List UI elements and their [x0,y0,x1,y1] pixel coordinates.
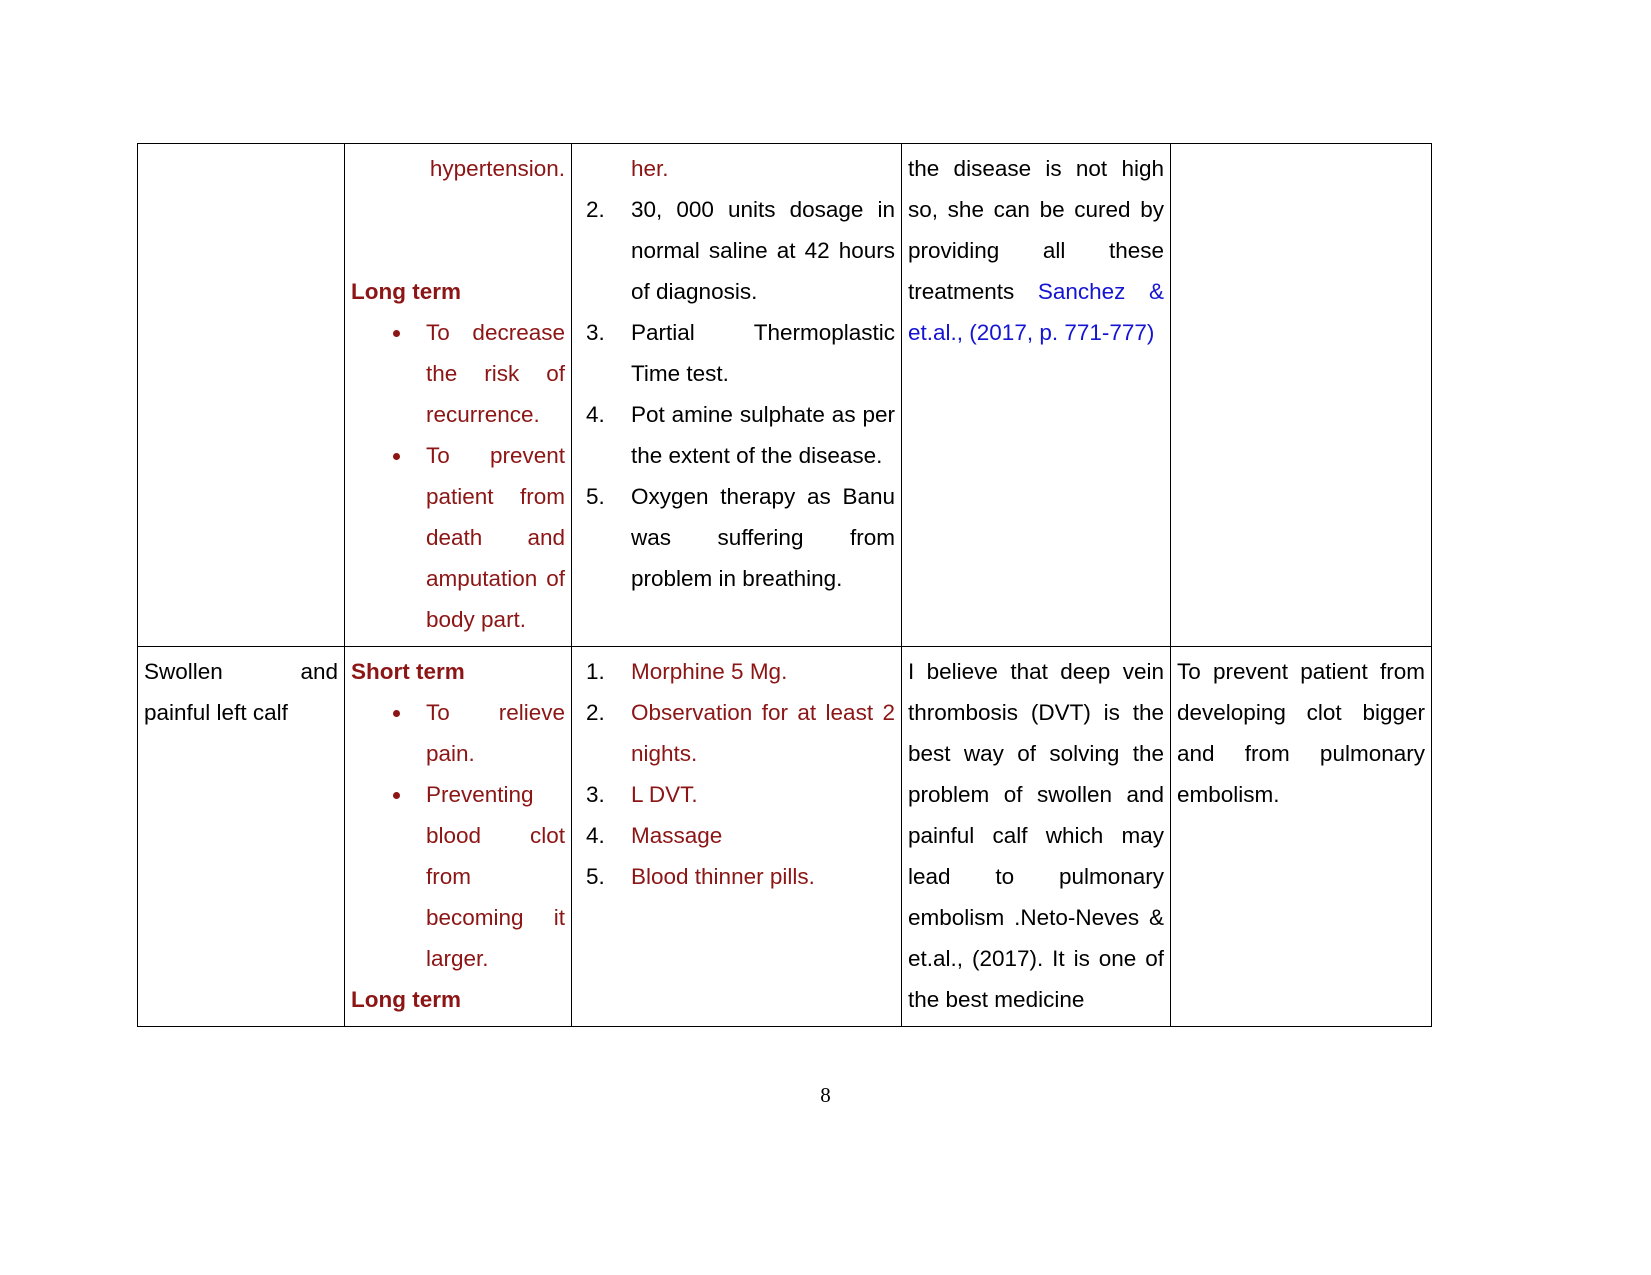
rationale-text-row2: I believe that deep vein thrombosis (DVT… [908,659,1164,1012]
assessment-text-row1 [144,148,338,189]
table-row: hypertension. Long term To decrease the … [137,143,1432,647]
goals-bullet-list-row2: To relieve pain. Preventing blood clot f… [351,692,565,979]
goal-bullet-text: Preventing blood clot from becoming it l… [426,782,565,971]
cell-evaluation-row2: To prevent patient from developing clot … [1170,646,1432,1027]
list-item: 30, 000 units dosage in normal saline at… [578,189,895,312]
goals-heading-long-term-row2: Long term [351,987,461,1012]
evaluation-text-row2: To prevent patient from developing clot … [1177,659,1425,807]
document-page: hypertension. Long term To decrease the … [0,0,1651,1275]
list-item: Massage [578,815,895,856]
list-item: Morphine 5 Mg. [578,651,895,692]
list-item: Preventing blood clot from becoming it l… [351,774,565,979]
list-item: To relieve pain. [351,692,565,774]
intervention-list-row2: Morphine 5 Mg. Observation for at least … [578,651,895,897]
cell-evaluation-row1 [1170,143,1432,647]
cell-goals-row1: hypertension. Long term To decrease the … [344,143,572,647]
intervention-text: Oxygen therapy as Banu was suffering fro… [631,484,895,591]
cell-assessment-row2: Swollen and painful left calf [137,646,345,1027]
intervention-list-row1: 30, 000 units dosage in normal saline at… [578,189,895,599]
goal-bullet-text: To prevent patient from death and amputa… [426,443,565,632]
list-item: To decrease the risk of recurrence. [351,312,565,435]
intervention-text: Massage [631,823,723,848]
intervention-text: Partial Thermoplastic Time test. [631,320,895,386]
cell-rationale-row1: the disease is not high so, she can be c… [901,143,1171,647]
list-item: Oxygen therapy as Banu was suffering fro… [578,476,895,599]
cell-rationale-row2: I believe that deep vein thrombosis (DVT… [901,646,1171,1027]
list-item: To prevent patient from death and amputa… [351,435,565,640]
list-item: L DVT. [578,774,895,815]
cell-interventions-row1: her. 30, 000 units dosage in normal sali… [571,143,902,647]
goal-bullet-text: To relieve pain. [426,700,565,766]
intervention-text: Observation for at least 2 nights. [631,700,895,766]
list-item: Observation for at least 2 nights. [578,692,895,774]
evaluation-text-row1 [1177,148,1425,189]
cell-assessment-row1 [137,143,345,647]
care-plan-table: hypertension. Long term To decrease the … [137,143,1432,1027]
goals-heading-short-term-row2: Short term [351,659,465,684]
intervention-text: 30, 000 units dosage in normal saline at… [631,197,895,304]
list-item: Blood thinner pills. [578,856,895,897]
cell-interventions-row2: Morphine 5 Mg. Observation for at least … [571,646,902,1027]
cell-goals-row2: Short term To relieve pain. Preventing b… [344,646,572,1027]
intervention-text: Morphine 5 Mg. [631,659,788,684]
goals-bullet-list-row1: To decrease the risk of recurrence. To p… [351,312,565,640]
list-item: Partial Thermoplastic Time test. [578,312,895,394]
page-number: 8 [820,1083,831,1107]
table-row: Swollen and painful left calf Short term… [137,646,1432,1027]
goal-bullet-text: To decrease the risk of recurrence. [426,320,565,427]
goals-heading-long-term-row1: Long term [351,279,461,304]
goals-spacer-row1 [351,189,565,271]
rationale-paragraph-row1: the disease is not high so, she can be c… [908,148,1164,353]
intervention-text: Pot amine sulphate as per the extent of … [631,402,895,468]
intervention-text: Blood thinner pills. [631,864,815,889]
intervention-text: L DVT. [631,782,698,807]
intervention-continued-line-row1: her. [631,156,669,181]
assessment-text-row2: Swollen and painful left calf [144,659,338,725]
goals-continued-line-row1: hypertension. [429,156,565,181]
list-item: Pot amine sulphate as per the extent of … [578,394,895,476]
